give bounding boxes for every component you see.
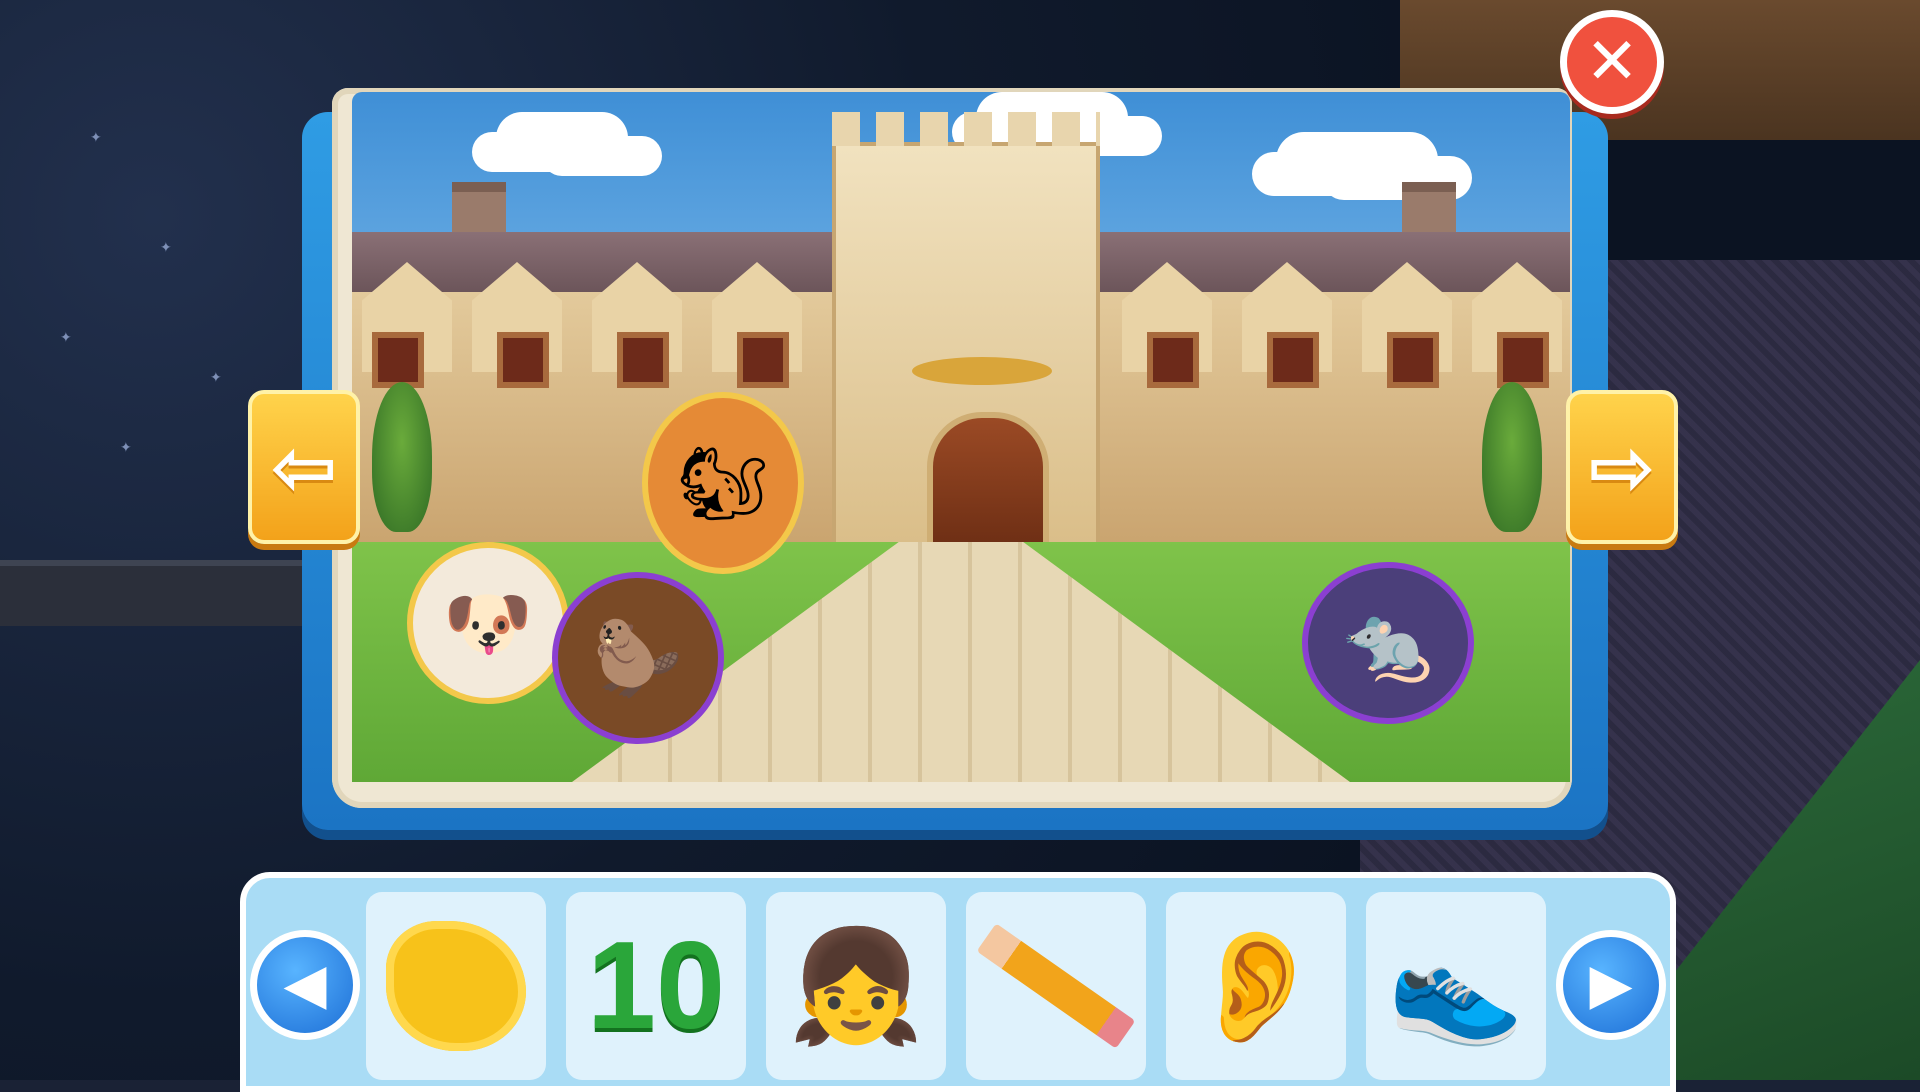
window — [1387, 332, 1439, 388]
window — [1147, 332, 1199, 388]
tray-item-doll[interactable]: 👧 — [766, 892, 946, 1080]
squirrel-sticker[interactable]: 🐿 — [642, 392, 804, 574]
golden-eagle-crest — [912, 357, 1052, 385]
play-right-icon: ▶ — [1589, 952, 1633, 1017]
tray-next-button[interactable]: ▶ — [1556, 930, 1666, 1040]
ear-icon: 👂 — [1187, 922, 1325, 1050]
arrow-right-icon: ⇨ — [1588, 420, 1656, 514]
window — [1267, 332, 1319, 388]
star-icon: ✦ — [120, 440, 132, 456]
cloud — [1252, 152, 1402, 196]
tray-previous-button[interactable]: ◀ — [250, 930, 360, 1040]
mole-sticker[interactable]: 🐀 — [1302, 562, 1474, 724]
tray-item-paint-splash[interactable] — [366, 892, 546, 1080]
tray-item-ear-sound[interactable]: 👂 — [1166, 892, 1346, 1080]
arrow-left-icon: ⇦ — [270, 420, 338, 514]
star-icon: ✦ — [160, 240, 172, 256]
star-icon: ✦ — [60, 330, 72, 346]
doll-icon: 👧 — [787, 922, 925, 1050]
castle-door — [927, 412, 1049, 554]
squirrel-icon: 🐿 — [677, 441, 769, 525]
cloud — [472, 132, 592, 172]
beaver-sticker[interactable]: 🦫 — [552, 572, 724, 744]
tree — [372, 382, 432, 532]
chef-dog-icon: 🐶 — [443, 581, 533, 665]
mole-icon: 🐀 — [1343, 601, 1433, 685]
pencil-icon — [976, 923, 1136, 1049]
next-page-button[interactable]: ⇨ — [1566, 390, 1678, 544]
railing — [0, 560, 340, 626]
splash-icon — [386, 921, 526, 1051]
play-left-icon: ◀ — [283, 952, 327, 1017]
tray-item-pencil[interactable] — [966, 892, 1146, 1080]
sneakers-icon: 👟 — [1387, 922, 1525, 1050]
close-icon: ✕ — [1585, 25, 1639, 99]
tray-item-sneakers[interactable]: 👟 — [1366, 892, 1546, 1080]
number-ten-label: 10 — [587, 917, 725, 1055]
tray-item-number-ten[interactable]: 10 — [566, 892, 746, 1080]
window — [497, 332, 549, 388]
window — [737, 332, 789, 388]
window — [617, 332, 669, 388]
window — [372, 332, 424, 388]
close-button[interactable]: ✕ — [1560, 10, 1664, 114]
beaver-icon: 🦫 — [593, 616, 683, 700]
window — [1497, 332, 1549, 388]
story-page-scene: 🐶 🐿 🦫 🐀 — [352, 92, 1570, 782]
chef-dog-sticker[interactable]: 🐶 — [407, 542, 569, 704]
star-icon: ✦ — [210, 370, 222, 386]
star-icon: ✦ — [90, 130, 102, 146]
tree — [1482, 382, 1542, 532]
previous-page-button[interactable]: ⇦ — [248, 390, 360, 544]
